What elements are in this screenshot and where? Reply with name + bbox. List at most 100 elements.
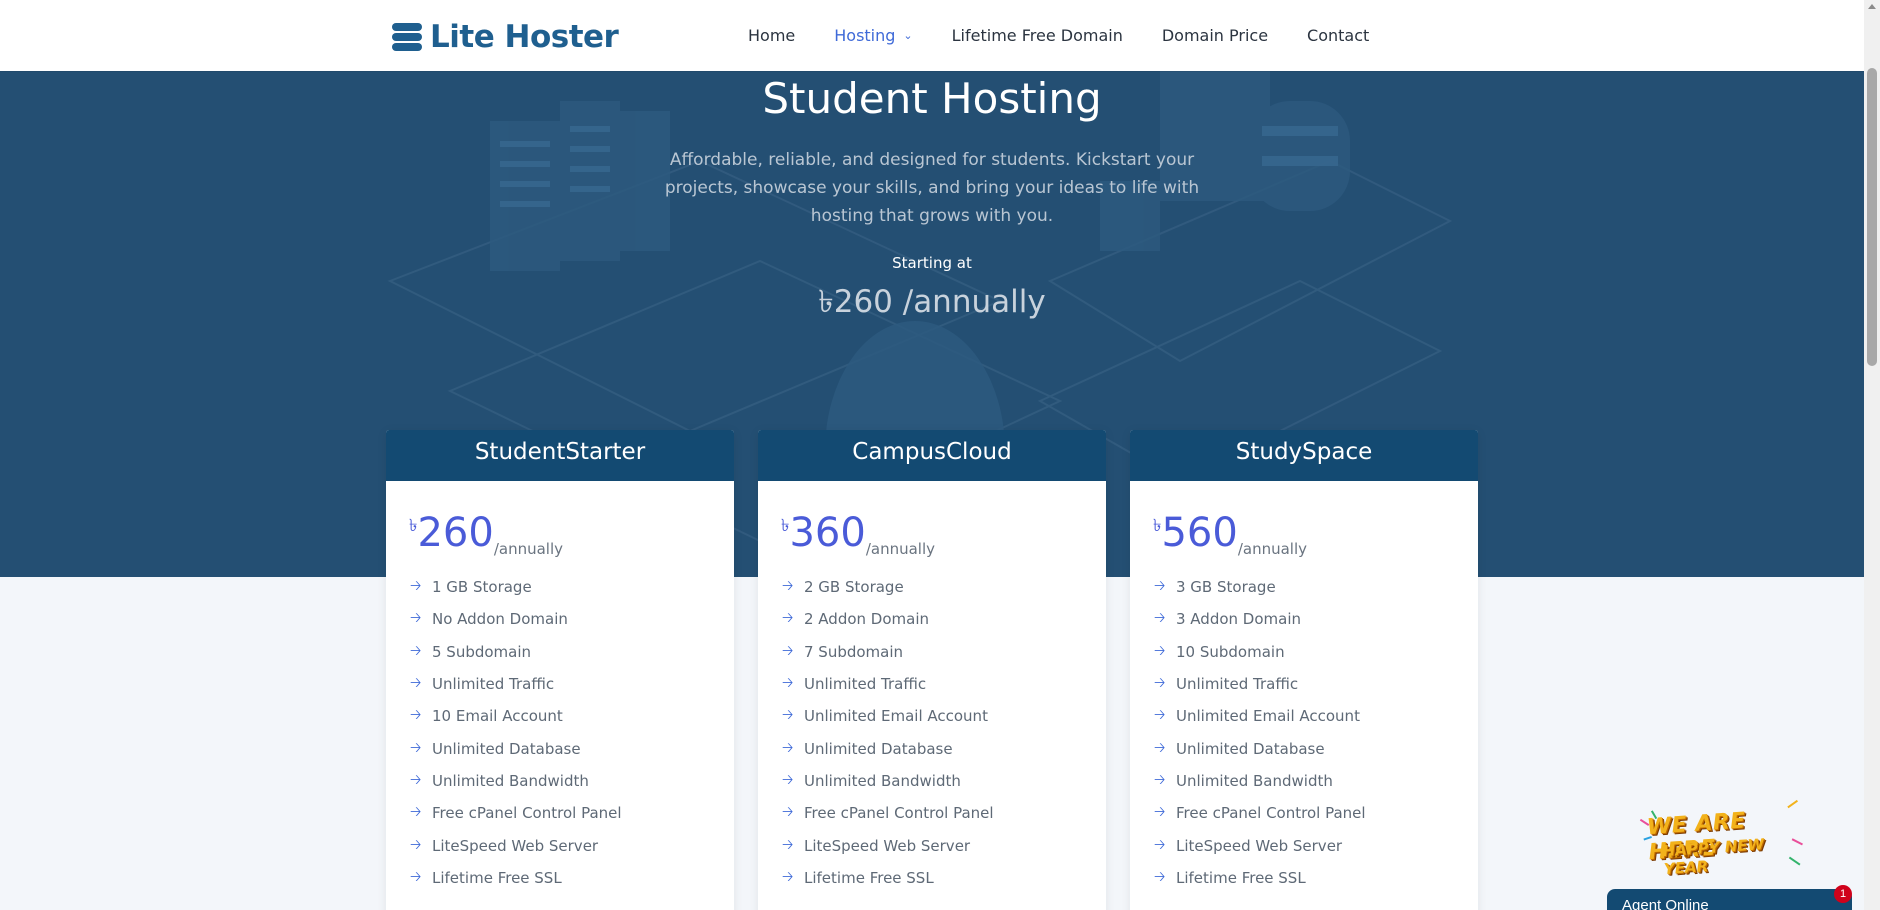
- page-scrollbar[interactable]: [1864, 0, 1880, 910]
- arrow-right-icon: 🡢: [410, 675, 422, 692]
- feature-item: 🡢 Unlimited Traffic: [410, 668, 734, 700]
- chat-notification-badge: 1: [1834, 885, 1852, 903]
- price-period: /annually: [865, 540, 935, 558]
- site-header: Lite Hoster Home Hosting ⌄ Lifetime Free …: [0, 0, 1864, 71]
- plan-price: ৳ 260 /annually: [409, 511, 734, 559]
- price-period: /annually: [1237, 540, 1307, 558]
- feature-item: 🡢 3 GB Storage: [1154, 571, 1478, 603]
- plan-card-studentstarter: StudentStarter ৳ 260 /annually 🡢 1 GB Sto…: [386, 430, 734, 910]
- server-stack-icon: [392, 22, 422, 52]
- feature-list: 🡢 1 GB Storage 🡢 No Addon Domain 🡢 5 Subdom…: [410, 571, 734, 894]
- feature-item: 🡢 LiteSpeed Web Server: [782, 829, 1106, 861]
- feature-item: 🡢 Free cPanel Control Panel: [782, 797, 1106, 829]
- scroll-thumb[interactable]: [1867, 68, 1877, 366]
- feature-item: 🡢 Unlimited Bandwidth: [782, 765, 1106, 797]
- chat-label: Agent Online: [1622, 897, 1709, 910]
- nav-domain-price[interactable]: Domain Price: [1162, 26, 1268, 45]
- arrow-right-icon: 🡢: [410, 610, 422, 627]
- plan-card-campuscloud: CampusCloud ৳ 360 /annually 🡢 2 GB Storag…: [758, 430, 1106, 910]
- site-logo[interactable]: Lite Hoster: [392, 18, 619, 56]
- feature-item: 🡢 Unlimited Email Account: [782, 700, 1106, 732]
- arrow-right-icon: 🡢: [1154, 804, 1166, 821]
- feature-text: 3 Addon Domain: [1176, 610, 1302, 629]
- feature-item: 🡢 2 Addon Domain: [782, 603, 1106, 635]
- page: Lite Hoster Home Hosting ⌄ Lifetime Free …: [0, 0, 1880, 910]
- arrow-right-icon: 🡢: [1154, 868, 1166, 885]
- currency-symbol: ৳: [1153, 516, 1162, 536]
- nav-hosting-label: Hosting: [834, 26, 896, 45]
- scroll-up-arrow-icon[interactable]: [1868, 4, 1876, 9]
- feature-text: 7 Subdomain: [804, 642, 904, 661]
- feature-item: 🡢 LiteSpeed Web Server: [410, 829, 734, 861]
- currency-symbol: ৳: [409, 516, 418, 536]
- arrow-right-icon: 🡢: [782, 868, 794, 885]
- nav-home[interactable]: Home: [748, 26, 795, 45]
- feature-text: 5 Subdomain: [432, 642, 532, 661]
- arrow-right-icon: 🡢: [410, 642, 422, 659]
- feature-text: 10 Email Account: [432, 707, 563, 726]
- feature-text: No Addon Domain: [432, 610, 568, 629]
- arrow-right-icon: 🡢: [1154, 642, 1166, 659]
- feature-item: 🡢 Lifetime Free SSL: [782, 862, 1106, 894]
- feature-text: Free cPanel Control Panel: [804, 804, 994, 823]
- arrow-right-icon: 🡢: [1154, 578, 1166, 595]
- hero-starting-price: ৳260 /annually: [818, 284, 1046, 320]
- feature-text: 2 Addon Domain: [804, 610, 930, 629]
- nav-lifetime-free-domain[interactable]: Lifetime Free Domain: [952, 26, 1123, 45]
- currency-symbol: ৳: [781, 516, 790, 536]
- arrow-right-icon: 🡢: [782, 836, 794, 853]
- logo-text: Lite Hoster: [430, 19, 619, 55]
- feature-text: Unlimited Bandwidth: [804, 771, 961, 790]
- feature-text: Lifetime Free SSL: [804, 868, 934, 887]
- plan-price: ৳ 360 /annually: [781, 511, 1106, 559]
- feature-text: Lifetime Free SSL: [1176, 868, 1306, 887]
- plan-name: CampusCloud: [758, 430, 1106, 481]
- feature-text: Unlimited Traffic: [432, 675, 555, 694]
- feature-item: 🡢 Free cPanel Control Panel: [410, 797, 734, 829]
- arrow-right-icon: 🡢: [410, 868, 422, 885]
- feature-item: 🡢 LiteSpeed Web Server: [1154, 829, 1478, 861]
- nav-contact[interactable]: Contact: [1307, 26, 1369, 45]
- feature-item: 🡢 2 GB Storage: [782, 571, 1106, 603]
- happy-new-year-badge[interactable]: WE ARE HERE HAPPY NEW YEAR: [1638, 798, 1809, 881]
- chat-widget[interactable]: Agent Online: [1607, 889, 1852, 910]
- arrow-right-icon: 🡢: [410, 836, 422, 853]
- price-amount: 560: [1161, 510, 1238, 556]
- arrow-right-icon: 🡢: [410, 578, 422, 595]
- feature-text: Unlimited Database: [804, 739, 953, 758]
- feature-text: Unlimited Email Account: [804, 707, 988, 726]
- feature-list: 🡢 3 GB Storage 🡢 3 Addon Domain 🡢 10 Subdom…: [1154, 571, 1478, 894]
- feature-item: 🡢 10 Subdomain: [1154, 636, 1478, 668]
- feature-text: Unlimited Bandwidth: [1176, 771, 1333, 790]
- feature-item: 🡢 Lifetime Free SSL: [410, 862, 734, 894]
- arrow-right-icon: 🡢: [1154, 836, 1166, 853]
- nav-contact-label: Contact: [1307, 26, 1370, 45]
- arrow-right-icon: 🡢: [782, 675, 794, 692]
- feature-text: Unlimited Bandwidth: [432, 771, 589, 790]
- arrow-right-icon: 🡢: [782, 739, 794, 756]
- hero-starting-label: Starting at: [892, 254, 972, 272]
- feature-text: Free cPanel Control Panel: [1176, 804, 1366, 823]
- feature-text: 10 Subdomain: [1176, 642, 1285, 661]
- arrow-right-icon: 🡢: [410, 771, 422, 788]
- feature-item: 🡢 Unlimited Database: [782, 732, 1106, 764]
- arrow-right-icon: 🡢: [410, 804, 422, 821]
- price-period: /annually: [493, 540, 563, 558]
- plan-name: StudentStarter: [386, 430, 734, 481]
- nav-domain-price-label: Domain Price: [1161, 26, 1269, 45]
- nav-lifetime-free-domain-label: Lifetime Free Domain: [951, 26, 1123, 45]
- nav-hosting[interactable]: Hosting ⌄: [834, 26, 912, 45]
- feature-text: LiteSpeed Web Server: [1176, 836, 1343, 855]
- feature-item: 🡢 Unlimited Database: [1154, 732, 1478, 764]
- price-amount: 260: [417, 510, 494, 556]
- feature-list: 🡢 2 GB Storage 🡢 2 Addon Domain 🡢 7 Subdoma…: [782, 571, 1106, 894]
- hero-description: Affordable, reliable, and designed for s…: [664, 150, 1200, 226]
- plan-card-studyspace: StudySpace ৳ 560 /annually 🡢 3 GB Storage…: [1130, 430, 1478, 910]
- arrow-right-icon: 🡢: [410, 739, 422, 756]
- feature-item: 🡢 5 Subdomain: [410, 636, 734, 668]
- feature-text: Unlimited Email Account: [1176, 707, 1360, 726]
- feature-text: Unlimited Database: [432, 739, 581, 758]
- arrow-right-icon: 🡢: [410, 707, 422, 724]
- feature-text: Free cPanel Control Panel: [432, 804, 622, 823]
- arrow-right-icon: 🡢: [782, 771, 794, 788]
